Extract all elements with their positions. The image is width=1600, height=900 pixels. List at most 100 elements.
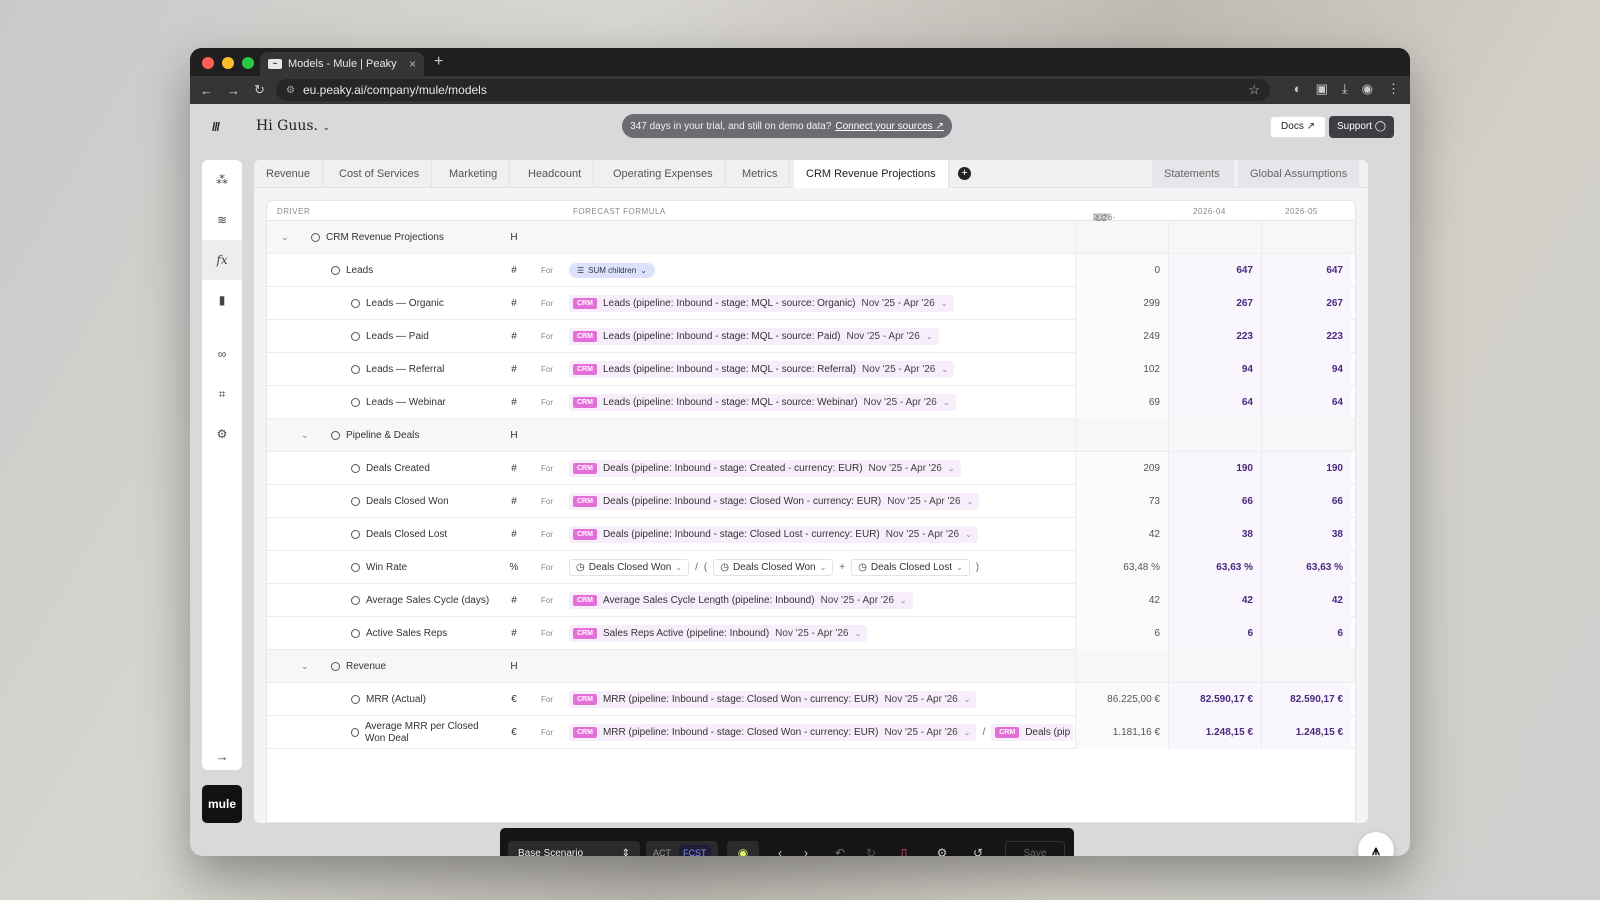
unit-badge[interactable]: # <box>506 353 522 386</box>
value-cell[interactable] <box>1075 221 1168 254</box>
driver-row[interactable]: Leads — Paid # For CRM Leads (pipeline: Inbo… <box>267 320 1355 353</box>
forecast-formula[interactable]: ◷ Deals Closed Won ⌄ /(◷ Deals Closed Won ⌄ + ◷… <box>569 551 1073 584</box>
forecast-formula[interactable]: CRM Deals (pipeline: Inbound - stage: Cre… <box>569 452 1073 485</box>
value-cell[interactable]: 63,63 % <box>1168 551 1261 584</box>
date-range[interactable]: Nov '25 - Apr '26 <box>869 463 942 474</box>
sum-children-chip[interactable]: ☰ SUM children ⌄ <box>569 263 655 278</box>
unit-badge[interactable]: € <box>506 683 522 716</box>
docs-button[interactable]: Docs ↗ <box>1270 116 1326 138</box>
chevron-right-icon[interactable]: › <box>795 841 817 856</box>
visibility-eye-icon[interactable]: ◉ <box>727 841 759 856</box>
driver-row[interactable]: Leads — Organic # For CRM Leads (pipeline: I… <box>267 287 1355 320</box>
reload-icon[interactable]: ↻ <box>254 82 265 98</box>
value-cell[interactable]: 102 <box>1075 353 1168 386</box>
forecast-formula[interactable]: CRM Deals (pipeline: Inbound - stage: Clo… <box>569 485 1073 518</box>
maximize-window-button[interactable] <box>242 57 254 69</box>
unit-badge[interactable]: H <box>506 221 522 254</box>
url-field[interactable]: ⚙ eu.peaky.ai/company/mule/models ☆ <box>276 79 1270 101</box>
workspace-logo[interactable]: mule <box>202 785 242 823</box>
value-cell[interactable]: 42 <box>1261 584 1351 617</box>
driver-row[interactable]: Leads # For ☰ SUM children ⌄ 0 647 647 <box>267 254 1355 287</box>
driver-reference[interactable]: ◷ Deals Closed Lost ⌄ <box>851 559 970 576</box>
crm-source-pill[interactable]: CRM Leads (pipeline: Inbound - stage: MQL… <box>569 328 939 345</box>
value-cell[interactable]: 42 <box>1075 518 1168 551</box>
puzzle-icon[interactable]: ▣ <box>1316 81 1328 97</box>
value-cell[interactable]: 1.181,16 € <box>1075 716 1168 749</box>
crm-source-pill[interactable]: CRM Deals (pipeline: Inbound - stage: Clo… <box>569 493 980 510</box>
value-cell[interactable]: 82.590,17 € <box>1261 683 1351 716</box>
value-cell[interactable]: 1.248,15 € <box>1168 716 1261 749</box>
driver-row[interactable]: Deals Closed Lost # For CRM Deals (pipeline:… <box>267 518 1355 551</box>
unit-badge[interactable]: H <box>506 419 522 452</box>
peaky-logo-icon[interactable]: /// <box>212 120 220 134</box>
site-info-icon[interactable]: ⚙ <box>286 85 295 96</box>
driver-name[interactable]: Leads — Webinar <box>351 386 501 419</box>
unit-badge[interactable]: # <box>506 287 522 320</box>
chevron-left-icon[interactable]: ‹ <box>769 841 791 856</box>
value-cell[interactable]: 69 <box>1075 386 1168 419</box>
support-button[interactable]: Support ◯ <box>1328 116 1394 138</box>
period-header-2[interactable]: 2026-04 <box>1193 207 1226 216</box>
sidebar-scan-icon[interactable]: ⌗ <box>202 374 242 414</box>
save-button[interactable]: Save <box>1005 841 1065 856</box>
crm-source-pill[interactable]: CRM MRR (pipeline: Inbound - stage: Close… <box>569 724 977 741</box>
forecast-formula[interactable]: CRM Deals (pipeline: Inbound - stage: Clo… <box>569 518 1073 551</box>
driver-name[interactable]: MRR (Actual) <box>351 683 501 716</box>
driver-row[interactable]: Leads — Referral # For CRM Leads (pipeline: … <box>267 353 1355 386</box>
group-row[interactable]: ⌄ CRM Revenue Projections H <box>267 221 1355 254</box>
bookmark-star-icon[interactable]: ☆ <box>1248 82 1260 98</box>
date-range[interactable]: Nov '25 - Apr '26 <box>864 397 937 408</box>
unit-badge[interactable]: # <box>506 617 522 650</box>
date-range[interactable]: Nov '25 - Apr '26 <box>884 727 957 738</box>
value-cell[interactable]: 647 <box>1261 254 1351 287</box>
trash-icon[interactable]: ▯ <box>893 841 915 856</box>
value-cell[interactable]: 38 <box>1261 518 1351 551</box>
date-range[interactable]: Nov '25 - Apr '26 <box>886 529 959 540</box>
driver-name[interactable]: Deals Closed Lost <box>351 518 501 551</box>
sidebar-signal-icon[interactable]: ≋ <box>202 200 242 240</box>
driver-row[interactable]: Deals Created # For CRM Deals (pipeline: Inb… <box>267 452 1355 485</box>
unit-badge[interactable]: # <box>506 386 522 419</box>
period-header-3[interactable]: 2026-05 <box>1285 207 1318 216</box>
driver-name[interactable]: Deals Created <box>351 452 501 485</box>
value-cell[interactable] <box>1261 650 1351 683</box>
forecast-formula[interactable]: CRM Leads (pipeline: Inbound - stage: MQL… <box>569 320 1073 353</box>
unit-badge[interactable]: # <box>506 254 522 287</box>
profile-icon[interactable]: ◉ <box>1362 81 1373 97</box>
driver-name[interactable]: Leads <box>331 254 501 287</box>
driver-name[interactable]: Leads — Organic <box>351 287 501 320</box>
account-switcher[interactable]: Hi Guus. ⌄ <box>256 118 330 134</box>
act-option[interactable]: ACT <box>649 848 675 856</box>
value-cell[interactable]: 63,48 % <box>1075 551 1168 584</box>
value-cell[interactable]: 94 <box>1261 353 1351 386</box>
value-cell[interactable]: 249 <box>1075 320 1168 353</box>
value-cell[interactable]: 38 <box>1168 518 1261 551</box>
value-cell[interactable]: 42 <box>1168 584 1261 617</box>
download-icon[interactable]: ⤓ <box>1342 81 1348 97</box>
value-cell[interactable] <box>1261 419 1351 452</box>
unit-badge[interactable]: # <box>506 452 522 485</box>
value-cell[interactable]: 82.590,17 € <box>1168 683 1261 716</box>
tab-operating-expenses[interactable]: Operating Expenses <box>601 160 726 188</box>
forecast-formula[interactable]: ☰ SUM children ⌄ <box>569 254 1073 287</box>
tab-marketing[interactable]: Marketing <box>437 160 511 188</box>
crm-source-pill[interactable]: CRM Average Sales Cycle Length (pipeline:… <box>569 592 913 609</box>
value-cell[interactable] <box>1168 419 1261 452</box>
sidebar-link-icon[interactable]: ∞ <box>202 334 242 374</box>
value-cell[interactable]: 94 <box>1168 353 1261 386</box>
redo-icon[interactable]: ↻ <box>860 841 882 856</box>
crm-source-pill[interactable]: CRM Deals (pip <box>991 724 1073 741</box>
value-cell[interactable]: 1.248,15 € <box>1261 716 1351 749</box>
driver-name[interactable]: CRM Revenue Projections <box>311 221 501 254</box>
add-tab-icon[interactable]: + <box>958 167 971 180</box>
fcst-option[interactable]: FCST <box>679 845 711 856</box>
kebab-menu-icon[interactable]: ⋮ <box>1387 81 1400 97</box>
extension-icon[interactable]: ◐ <box>1294 81 1302 97</box>
value-cell[interactable]: 267 <box>1168 287 1261 320</box>
forecast-formula[interactable]: CRM Leads (pipeline: Inbound - stage: MQL… <box>569 353 1073 386</box>
driver-row[interactable]: MRR (Actual) € For CRM MRR (pipeline: Inboun… <box>267 683 1355 716</box>
value-cell[interactable]: 66 <box>1261 485 1351 518</box>
sidebar-formula-icon[interactable]: fx <box>202 240 242 280</box>
unit-badge[interactable]: # <box>506 584 522 617</box>
driver-name[interactable]: Active Sales Reps <box>351 617 501 650</box>
